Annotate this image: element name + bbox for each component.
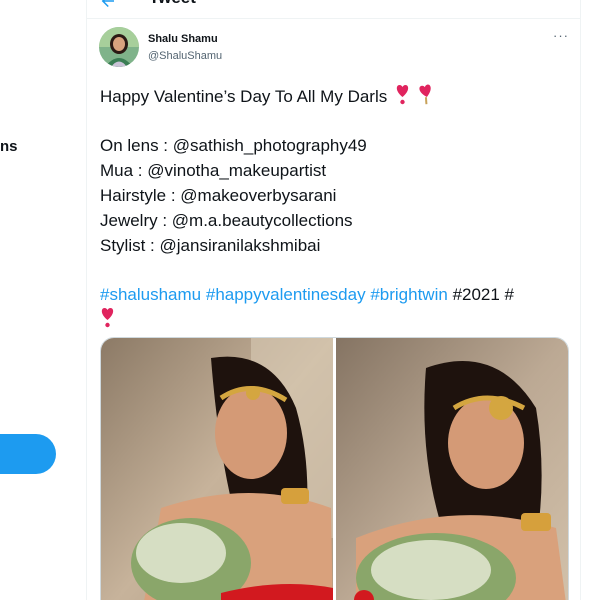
tweet-media-grid xyxy=(100,337,569,600)
user-handle[interactable]: @ShaluShamu xyxy=(148,50,222,62)
hashtag-link[interactable]: #brightwin xyxy=(370,285,448,304)
hashtag-link[interactable]: #shalushamu xyxy=(100,285,201,304)
header-bar: Tweet xyxy=(87,0,580,19)
plain-hashtag-text: #2021 # xyxy=(452,285,515,304)
compose-tweet-button[interactable] xyxy=(0,434,56,474)
credit-line: Stylist : @jansiranilakshmibai xyxy=(100,236,321,255)
heart-exclamation-icon xyxy=(101,308,114,328)
tweet-body: Happy Valentine’s Day To All My Darls On… xyxy=(100,84,570,332)
tweet-photo[interactable] xyxy=(336,338,568,600)
heart-exclamation-icon xyxy=(396,85,409,105)
credit-line: Hairstyle : @makeoverbysarani xyxy=(100,186,337,205)
left-sidebar: ns xyxy=(0,0,86,600)
avatar[interactable] xyxy=(99,27,139,67)
credit-line: Mua : @vinotha_makeupartist xyxy=(100,161,327,180)
hashtag-link[interactable]: #happyvalentinesday xyxy=(206,285,366,304)
credit-line: On lens : @sathish_photography49 xyxy=(100,136,367,155)
page-title: Tweet xyxy=(149,0,196,8)
tweet-photo[interactable] xyxy=(101,338,333,600)
heart-exclamation-icon xyxy=(419,84,431,105)
sidebar-item-label[interactable]: ns xyxy=(0,138,18,155)
back-arrow-icon[interactable] xyxy=(99,0,117,10)
display-name[interactable]: Shalu Shamu xyxy=(148,33,218,45)
tweet-detail-column: Tweet Shalu Shamu @ShaluShamu ··· Happy … xyxy=(86,0,581,600)
more-dots-icon[interactable]: ··· xyxy=(553,28,569,43)
tweet-greeting: Happy Valentine’s Day To All My Darls xyxy=(100,87,388,106)
credit-line: Jewelry : @m.a.beautycollections xyxy=(100,211,353,230)
